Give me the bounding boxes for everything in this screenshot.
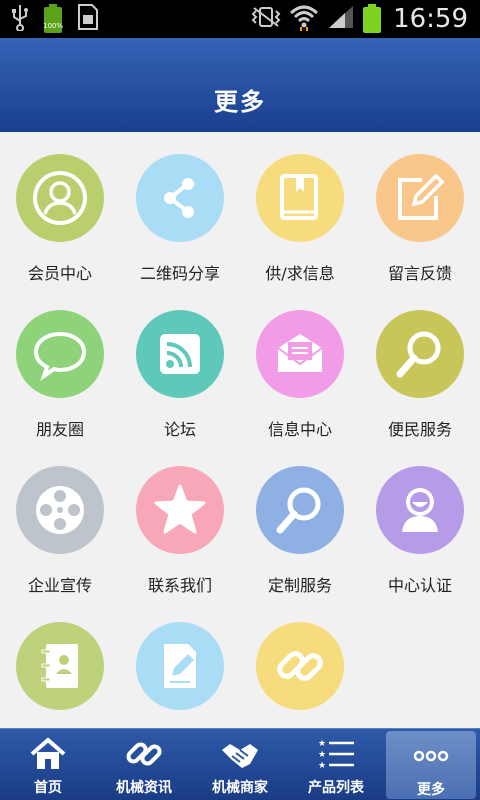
contact-book-icon (16, 622, 104, 710)
handshake-icon (192, 735, 288, 773)
nav-label: 机械资讯 (116, 780, 172, 796)
nav-item-home[interactable]: 首页 (0, 729, 96, 800)
nav-label: 更多 (417, 782, 445, 798)
battery-small-icon: 100% (42, 4, 64, 34)
search-icon (256, 466, 344, 554)
title-bar: 更多 (0, 38, 480, 132)
grid-item-label: 论坛 (163, 420, 196, 439)
list-icon: ★ ★ ★ (288, 735, 384, 773)
member-icon (16, 154, 104, 242)
share-icon (136, 154, 224, 242)
home-icon (0, 735, 96, 773)
link-icon (256, 622, 344, 710)
grid-item-label: 中心认证 (387, 576, 452, 595)
status-bar: 100% 16:59 (0, 0, 480, 38)
svg-text:★: ★ (318, 761, 326, 771)
nav-item-products[interactable]: ★ ★ ★ 产品列表 (288, 729, 384, 800)
clock: 16:59 (393, 4, 468, 34)
grid-item-label: 信息中心 (267, 420, 332, 439)
sim-card-icon (76, 3, 100, 35)
grid-item-label: 联系我们 (147, 576, 212, 595)
grid-item-label: 会员中心 (27, 264, 92, 283)
wifi-icon (289, 3, 319, 35)
usb-icon (10, 3, 30, 35)
grid-item-contact-us[interactable]: 联系我们 (120, 444, 240, 600)
user-icon (376, 466, 464, 554)
svg-text:★: ★ (318, 750, 326, 760)
grid-item-label: 供/求信息 (265, 264, 335, 283)
grid-item-company-promo[interactable]: 企业宣传 (0, 444, 120, 600)
nav-label: 产品列表 (308, 780, 364, 796)
magnifier-icon (376, 310, 464, 398)
grid-item-member-center[interactable]: 会员中心 (0, 132, 120, 288)
grid-item-label: 二维码分享 (139, 264, 220, 283)
document-edit-icon (136, 622, 224, 710)
grid-item-custom-service[interactable]: 定制服务 (240, 444, 360, 600)
grid-item-label: 朋友圈 (35, 420, 84, 439)
svg-text:★: ★ (318, 739, 326, 749)
grid-item-friends[interactable]: 朋友圈 (0, 288, 120, 444)
nav-label: 机械商家 (212, 780, 268, 796)
feature-grid: 会员中心 二维码分享 供/求信息 留言反馈 朋友圈 论坛 信息中心 便民服务 企… (0, 132, 480, 728)
grid-item-label: 留言反馈 (387, 264, 452, 283)
battery-percent-label: 100% (42, 22, 63, 30)
page-title: 更多 (214, 88, 266, 116)
nav-item-merchants[interactable]: 机械商家 (192, 729, 288, 800)
grid-item-convenience[interactable]: 便民服务 (360, 288, 480, 444)
grid-item-label: 企业宣传 (27, 576, 92, 595)
grid-item-qr-share[interactable]: 二维码分享 (120, 132, 240, 288)
bottom-nav: 首页 机械资讯 机械商家 ★ ★ ★ 产品列表 更多 (0, 728, 480, 800)
grid-item-feedback[interactable]: 留言反馈 (360, 132, 480, 288)
battery-icon (363, 4, 382, 34)
vibrate-icon (251, 5, 281, 33)
nav-item-news[interactable]: 机械资讯 (96, 729, 192, 800)
grid-item-label: 便民服务 (387, 420, 452, 439)
book-icon (256, 154, 344, 242)
film-reel-icon (16, 466, 104, 554)
grid-item-certification[interactable]: 中心认证 (360, 444, 480, 600)
edit-icon (376, 154, 464, 242)
envelope-icon (256, 310, 344, 398)
nav-label: 首页 (34, 780, 62, 796)
signal-icon (327, 4, 355, 34)
nav-item-more[interactable]: 更多 (386, 731, 476, 799)
chat-bubble-icon (16, 310, 104, 398)
grid-item-info-center[interactable]: 信息中心 (240, 288, 360, 444)
link-icon (96, 735, 192, 773)
star-icon (136, 466, 224, 554)
grid-item-forum[interactable]: 论坛 (120, 288, 240, 444)
more-icon (386, 737, 476, 775)
grid-item-label: 定制服务 (267, 576, 332, 595)
grid-item-supply-demand[interactable]: 供/求信息 (240, 132, 360, 288)
rss-icon (136, 310, 224, 398)
